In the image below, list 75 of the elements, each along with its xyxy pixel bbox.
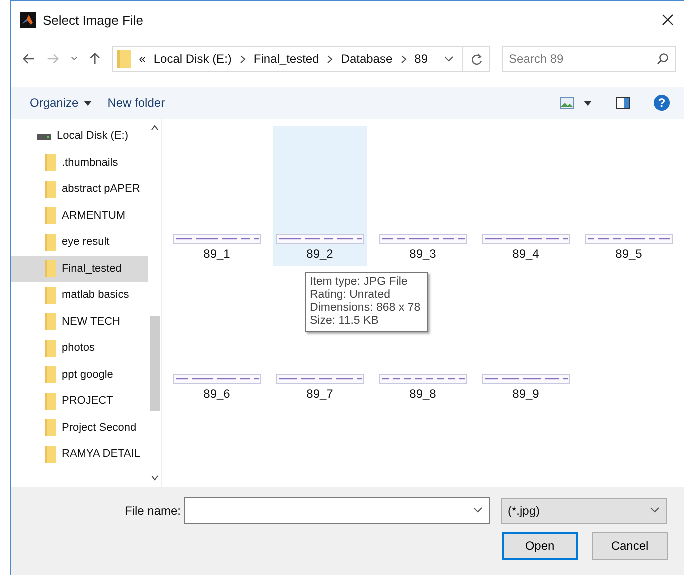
file-item[interactable]: 89_8 [376,374,470,406]
folder-icon [45,207,56,224]
address-bar[interactable]: « Local Disk (E:) Final_tested Database 89 [112,46,490,72]
folder-item[interactable]: eye result [11,229,148,256]
tooltip-text: Size: 11.5 KB [310,315,380,327]
preview-pane-icon[interactable] [616,97,630,109]
help-button[interactable]: ? [654,95,670,111]
folder-item[interactable]: PROJECT [11,388,148,414]
breadcrumb-item[interactable]: Local Disk (E:) [154,52,232,66]
file-name-field[interactable] [184,497,490,524]
folder-item[interactable]: RAMYA DETAIL [11,441,148,468]
chevron-icon[interactable] [327,54,334,64]
chevron-icon[interactable] [240,54,246,64]
breadcrumb-item[interactable]: Database [341,52,393,66]
dropdown-caret-icon[interactable] [444,56,454,62]
folder-icon [45,260,56,278]
folder-item[interactable]: photos [11,335,148,362]
folder-icon [45,313,56,330]
folder-icon [117,50,132,68]
folder-item[interactable]: Project Second [11,414,148,441]
file-item[interactable]: 89_3 [376,234,470,266]
file-item[interactable]: 89_5 [582,234,676,266]
file-item[interactable]: 89_6 [170,374,264,406]
folder-icon [45,234,56,251]
chevron-icon[interactable] [400,54,407,64]
app-icon [20,12,36,28]
drive-item[interactable]: Local Disk (E:) [11,123,148,150]
breadcrumb-item[interactable]: Final_tested [254,52,320,66]
folder-item[interactable]: .thumbnails [11,150,148,176]
folder-item[interactable]: NEW TECH [11,308,148,335]
folder-icon [45,392,56,410]
view-picture-icon[interactable] [560,97,574,109]
window-title: Select Image File [43,12,144,28]
file-item[interactable]: 89_2 [273,126,367,266]
file-item[interactable]: 89_1 [170,234,264,266]
dropdown-caret-icon[interactable] [473,507,483,514]
caret-icon [84,100,92,106]
folder-item[interactable]: ppt google [11,362,148,388]
close-icon[interactable] [662,14,674,26]
back-arrow-icon[interactable] [23,53,36,65]
up-arrow-icon[interactable] [90,52,100,66]
folder-icon [45,340,56,357]
search-field[interactable]: Search 89 [502,46,676,72]
scrollbar-thumb[interactable] [150,316,160,411]
folder-icon [45,419,56,436]
tooltip-text: Dimensions: 868 x 78 [310,302,421,314]
drive-icon [37,132,51,140]
folder-item[interactable]: abstract pAPER [11,176,148,202]
caret-icon[interactable] [584,100,592,106]
tooltip-text: Rating: Unrated [310,289,392,301]
folder-item[interactable]: Final_tested [11,256,148,282]
cancel-button[interactable]: Cancel [592,532,668,560]
file-item[interactable]: 89_9 [479,374,573,406]
organize-menu[interactable]: Organize [27,94,95,112]
new-folder-button[interactable]: New folder [104,94,168,112]
breadcrumb-overflow[interactable]: « [139,52,146,66]
folder-item[interactable]: ARMENTUM [11,202,148,229]
folder-icon [45,286,56,304]
folder-icon [45,446,56,463]
file-item[interactable]: 89_4 [479,234,573,266]
open-button[interactable]: Open [502,532,578,560]
file-name-label: File name: [124,504,182,518]
scroll-down-icon[interactable] [150,475,158,481]
folder-icon [45,180,56,198]
scroll-up-icon[interactable] [150,125,158,131]
file-item[interactable]: 89_7 [273,374,367,406]
breadcrumb-item[interactable]: 89 [414,52,428,66]
search-icon[interactable] [657,53,670,65]
dropdown-caret-icon [650,507,660,514]
refresh-icon[interactable] [471,52,484,66]
file-type-dropdown[interactable]: (*.jpg) [501,498,667,524]
folder-icon [45,154,56,172]
folder-icon [45,366,56,384]
folder-item[interactable]: matlab basics [11,282,148,308]
tooltip-text: Item type: JPG File [310,276,409,288]
